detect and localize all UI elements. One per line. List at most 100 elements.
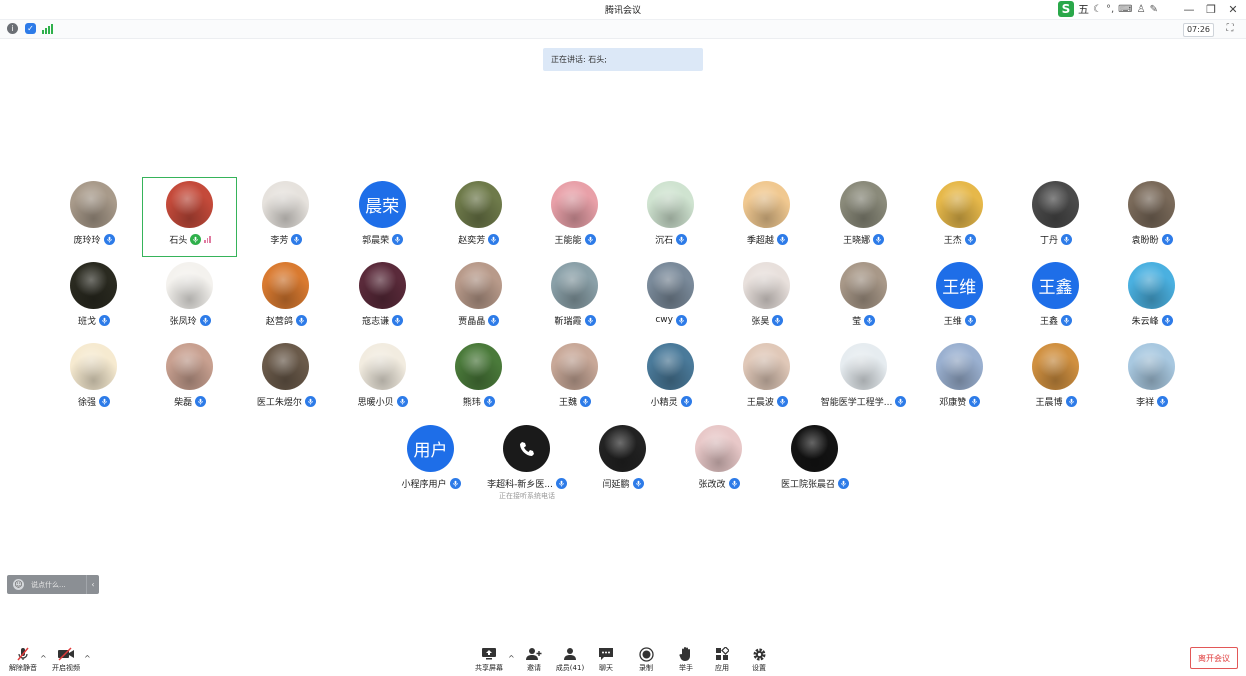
participant-tile[interactable]: 李祥 bbox=[1104, 343, 1200, 423]
participant-tile[interactable]: 徐强 bbox=[46, 343, 142, 423]
participant-name: 熊玮 bbox=[462, 397, 481, 408]
settings-button[interactable]: 设置 bbox=[739, 646, 779, 674]
signal-icon[interactable] bbox=[42, 24, 53, 34]
mute-button[interactable]: 解除静音 bbox=[3, 646, 43, 674]
participant-tile[interactable]: 李芳 bbox=[238, 181, 334, 261]
participant-tile[interactable]: 闫延鹏 bbox=[575, 425, 671, 505]
mic-icon bbox=[680, 395, 692, 407]
ime-logo-icon[interactable]: S bbox=[1058, 1, 1074, 17]
share-screen-icon bbox=[481, 646, 497, 662]
participant-tile[interactable]: 小精灵 bbox=[623, 343, 719, 423]
participant-tile[interactable]: 赵奕芳 bbox=[431, 181, 527, 261]
participant-tile[interactable]: 张凤玲 bbox=[142, 262, 238, 342]
minimize-icon[interactable]: — bbox=[1180, 1, 1198, 17]
emoji-icon[interactable]: ☺ bbox=[13, 579, 24, 590]
participant-tile[interactable]: 邓康赞 bbox=[912, 343, 1008, 423]
video-button[interactable]: 开启视频 bbox=[46, 646, 86, 674]
chat-button[interactable]: 聊天 bbox=[586, 646, 626, 674]
leave-meeting-button[interactable]: 离开会议 bbox=[1190, 647, 1238, 669]
participant-tile[interactable]: 班戈 bbox=[46, 262, 142, 342]
ime-mode[interactable]: 五 bbox=[1078, 1, 1089, 17]
participant-label-row: 王能能 bbox=[527, 232, 623, 246]
participant-label-row: 庞玲玲 bbox=[46, 232, 142, 246]
participant-tile[interactable]: 晨荣 郭晨荣 bbox=[335, 181, 431, 261]
chat-box[interactable]: ☺ 说点什么... ‹ bbox=[7, 575, 99, 594]
participant-tile[interactable]: 朱云峰 bbox=[1104, 262, 1200, 342]
participant-tile[interactable]: 石头 bbox=[142, 177, 238, 261]
raise-hand-button[interactable]: 举手 bbox=[666, 646, 706, 674]
phone-icon bbox=[503, 425, 550, 472]
collapse-chevron-icon[interactable]: ‹ bbox=[86, 575, 99, 594]
mic-icon bbox=[584, 233, 596, 245]
person-icon[interactable]: ♙ bbox=[1137, 4, 1146, 15]
close-icon[interactable]: ✕ bbox=[1224, 1, 1242, 17]
participant-tile[interactable]: 王晨博 bbox=[1008, 343, 1104, 423]
keyboard-icon[interactable]: ⌨ bbox=[1118, 4, 1132, 15]
avatar bbox=[935, 181, 983, 228]
participant-tile[interactable]: 赵营鸽 bbox=[238, 262, 334, 342]
share-screen-button[interactable]: 共享屏幕 bbox=[469, 646, 509, 674]
punctuation-icon[interactable]: °, bbox=[1106, 4, 1114, 15]
restore-icon[interactable]: ❐ bbox=[1202, 1, 1220, 17]
avatar bbox=[454, 262, 502, 309]
mic-icon bbox=[396, 395, 408, 407]
participant-tile[interactable]: 寇志谦 bbox=[335, 262, 431, 342]
members-button[interactable]: 成员(41) bbox=[550, 646, 590, 674]
participant-tile[interactable]: 靳瑞霞 bbox=[527, 262, 623, 342]
ime-toolbar[interactable]: S 五 ☾ °, ⌨ ♙ ✎ bbox=[1058, 1, 1166, 17]
participant-tile[interactable]: 季超越 bbox=[719, 181, 815, 261]
participant-tile[interactable]: 王能能 bbox=[527, 181, 623, 261]
participant-tile[interactable]: 王魏 bbox=[527, 343, 623, 423]
participant-tile[interactable]: 熊玮 bbox=[431, 343, 527, 423]
apps-button[interactable]: 应用 bbox=[702, 646, 742, 674]
participant-tile[interactable]: 柴磊 bbox=[142, 343, 238, 423]
avatar bbox=[1032, 343, 1079, 390]
mic-icon bbox=[1157, 395, 1169, 407]
participant-tile[interactable]: 王杰 bbox=[912, 181, 1008, 261]
participant-tile[interactable]: 张昊 bbox=[719, 262, 815, 342]
participant-name: 庞玲玲 bbox=[73, 235, 101, 246]
participant-tile[interactable]: 丁丹 bbox=[1008, 181, 1104, 261]
invite-button[interactable]: 邀请 bbox=[514, 646, 554, 674]
shield-icon[interactable]: ✓ bbox=[25, 23, 36, 34]
chat-placeholder[interactable]: 说点什么... bbox=[31, 580, 86, 590]
participant-label-row: 张昊 bbox=[719, 313, 815, 327]
participant-name: 王晨博 bbox=[1035, 397, 1063, 408]
participant-name: 医工院张晨召 bbox=[780, 479, 835, 490]
participant-name: 班戈 bbox=[77, 316, 96, 327]
participant-tile[interactable]: 智能医学工程学... bbox=[816, 343, 912, 423]
video-caret-icon[interactable]: ^ bbox=[84, 654, 91, 663]
participant-tile[interactable]: 王维 王维 bbox=[912, 262, 1008, 342]
participant-tile[interactable]: 王晨波 bbox=[719, 343, 815, 423]
participant-name: 李芳 bbox=[270, 235, 289, 246]
avatar bbox=[1032, 181, 1079, 228]
participant-tile[interactable]: 医工院张晨召 bbox=[767, 425, 863, 505]
fullscreen-icon[interactable]: ⛶ bbox=[1224, 23, 1236, 35]
participant-tile[interactable]: 庞玲玲 bbox=[46, 181, 142, 261]
wrench-icon[interactable]: ✎ bbox=[1150, 4, 1158, 15]
participant-tile[interactable]: 王晓娜 bbox=[816, 181, 912, 261]
mic-icon bbox=[392, 233, 404, 245]
participant-tile[interactable]: 思暖小贝 bbox=[335, 343, 431, 423]
participant-tile[interactable]: 李超科-新乡医... 正在接听系统电话 bbox=[479, 425, 575, 505]
participant-tile[interactable]: cwy bbox=[623, 262, 719, 342]
participant-tile[interactable]: 医工朱煜尔 bbox=[238, 343, 334, 423]
mic-icon bbox=[632, 477, 644, 489]
participant-tile[interactable]: 莹 bbox=[816, 262, 912, 342]
participant-label-row: 张凤玲 bbox=[142, 313, 238, 327]
title-bar: 腾讯会议 S 五 ☾ °, ⌨ ♙ ✎ — ❐ ✕ bbox=[0, 0, 1246, 20]
info-icon[interactable]: i bbox=[7, 23, 18, 34]
participant-tile[interactable]: 用户 小程序用户 bbox=[383, 425, 479, 505]
participant-tile[interactable]: 王鑫 王鑫 bbox=[1008, 262, 1104, 342]
participant-tile[interactable]: 沉石 bbox=[623, 181, 719, 261]
record-button[interactable]: 录制 bbox=[626, 646, 666, 674]
moon-icon[interactable]: ☾ bbox=[1093, 4, 1102, 15]
participant-label-row: 王杰 bbox=[912, 232, 1008, 246]
participant-label-row: cwy bbox=[623, 313, 719, 327]
participant-tile[interactable]: 贾晶晶 bbox=[431, 262, 527, 342]
mic-muted-icon bbox=[15, 646, 31, 662]
participant-tile[interactable]: 张改改 bbox=[671, 425, 767, 505]
participant-name: 王晨波 bbox=[746, 397, 774, 408]
participant-tile[interactable]: 袁盼盼 bbox=[1104, 181, 1200, 261]
mic-icon bbox=[864, 314, 876, 326]
